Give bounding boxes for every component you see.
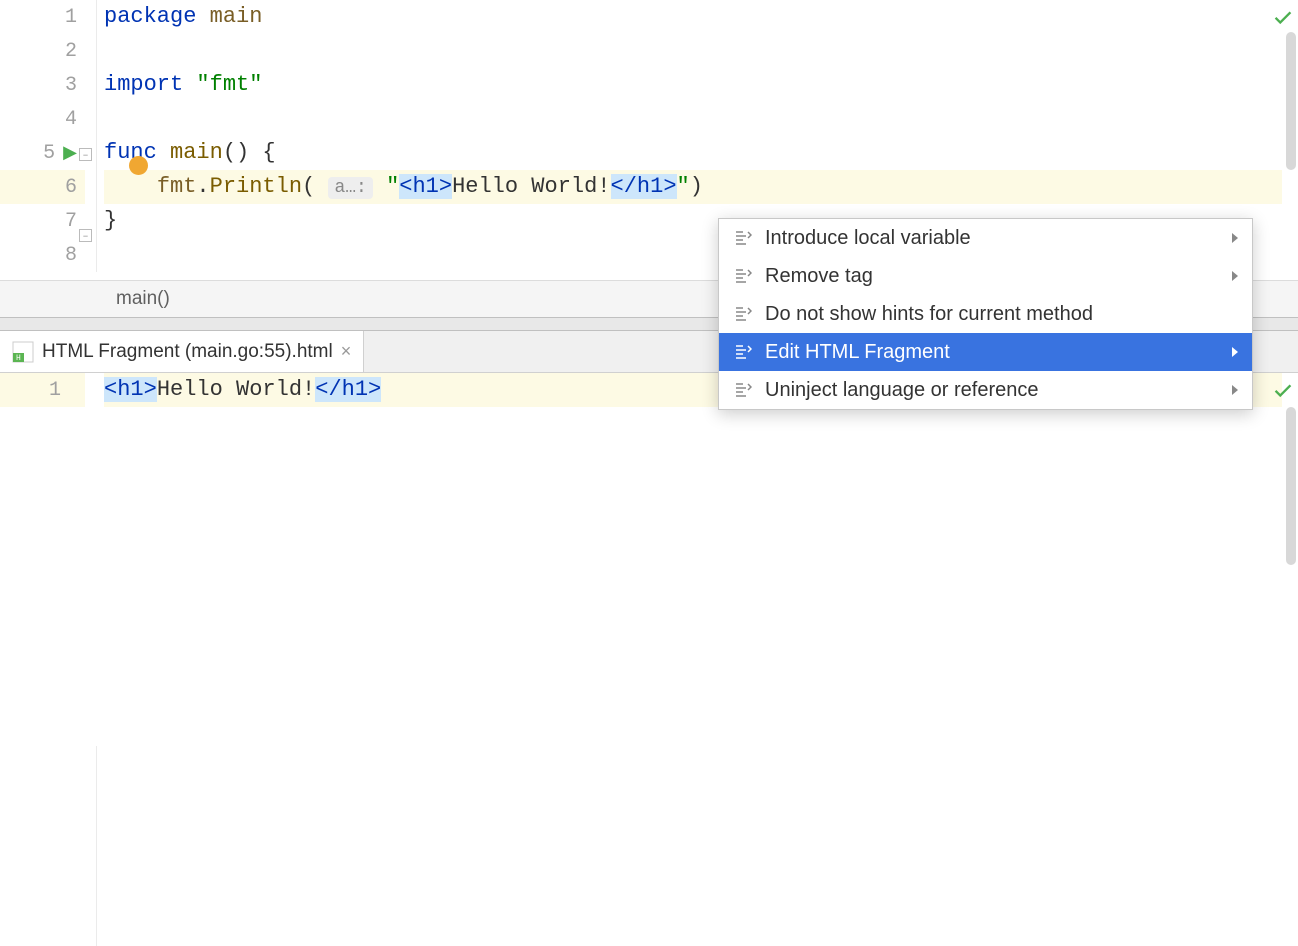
tab-label: HTML Fragment (main.go:55).html [42,341,333,363]
code-area[interactable]: package main import "fmt" func main() { … [104,0,1282,238]
line-number[interactable]: 3 [0,68,85,102]
code-line: func main() { [104,136,1282,170]
code-line [104,34,1282,68]
code-line [104,102,1282,136]
gutter: 1 2 3 4 5▶ 6 7 8 [0,0,85,272]
intention-icon [733,306,753,322]
intention-icon [733,230,753,246]
code-line: import "fmt" [104,68,1282,102]
run-icon[interactable]: ▶ [63,142,77,164]
chevron-right-icon [1232,347,1238,357]
code-line: fmt.Println( a…: "<h1>Hello World!</h1>"… [104,170,1282,204]
menu-item-edit-html-fragment[interactable]: Edit HTML Fragment [719,333,1252,371]
html-file-icon: H [12,341,34,363]
context-menu: Introduce local variable Remove tag Do n… [718,218,1253,410]
line-number[interactable]: 4 [0,102,85,136]
chevron-right-icon [1232,271,1238,281]
fold-minus-icon[interactable]: − [79,148,92,161]
chevron-right-icon [1232,233,1238,243]
intention-icon [733,382,753,398]
svg-text:H: H [16,354,21,363]
fold-column-border [96,0,97,272]
fold-column-border [96,746,97,946]
line-number[interactable]: 7 [0,204,85,238]
parameter-hint[interactable]: a…: [328,177,372,199]
menu-item-remove-tag[interactable]: Remove tag [719,257,1252,295]
fold-minus-icon[interactable]: − [79,229,92,242]
menu-item-uninject-language[interactable]: Uninject language or reference [719,371,1252,409]
breakpoint-icon[interactable] [129,156,148,175]
menu-item-introduce-variable[interactable]: Introduce local variable [719,219,1252,257]
line-number[interactable]: 1 [0,0,85,34]
line-number[interactable]: 6 [0,170,85,204]
scrollbar[interactable] [1286,32,1296,170]
close-icon[interactable]: × [341,341,352,362]
menu-item-hide-hints[interactable]: Do not show hints for current method [719,295,1252,333]
intention-icon [733,344,753,360]
inspection-ok-icon[interactable] [1272,379,1294,401]
line-number[interactable]: 8 [0,238,85,272]
scrollbar[interactable] [1286,407,1296,565]
gutter: 1 [0,373,85,407]
tab-html-fragment[interactable]: H HTML Fragment (main.go:55).html × [0,331,364,372]
inspection-ok-icon[interactable] [1272,6,1294,28]
chevron-right-icon [1232,385,1238,395]
line-number[interactable]: 2 [0,34,85,68]
line-number[interactable]: 1 [0,373,85,407]
code-line: package main [104,0,1282,34]
intention-icon [733,268,753,284]
line-number[interactable]: 5▶ [0,136,85,170]
